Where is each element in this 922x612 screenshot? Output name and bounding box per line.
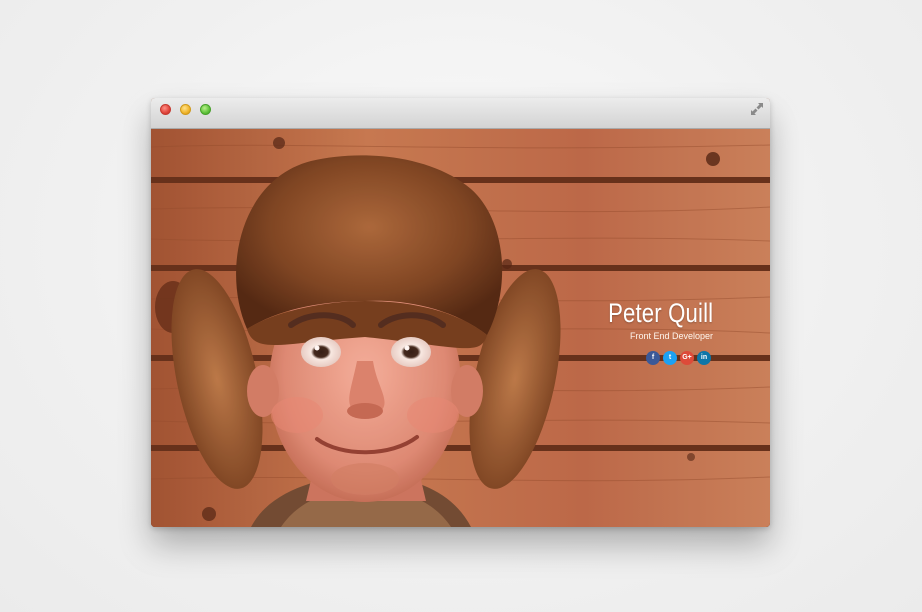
page-backdrop: Peter Quill Front End Developer f t G+ i… — [0, 0, 922, 612]
profile-header: Peter Quill Front End Developer — [585, 297, 713, 342]
window-minimize-button[interactable] — [180, 104, 191, 115]
browser-window: Peter Quill Front End Developer f t G+ i… — [151, 98, 770, 527]
facebook-icon[interactable]: f — [646, 351, 660, 365]
profile-name: Peter Quill — [607, 298, 713, 328]
google-plus-icon[interactable]: G+ — [680, 351, 694, 365]
twitter-icon[interactable]: t — [663, 351, 677, 365]
window-close-button[interactable] — [160, 104, 171, 115]
fullscreen-icon[interactable] — [750, 102, 764, 116]
window-titlebar — [151, 98, 770, 129]
profile-role: Front End Developer — [629, 331, 713, 341]
hero-section: Peter Quill Front End Developer f t G+ i… — [151, 129, 770, 527]
social-links: f t G+ in — [646, 351, 711, 365]
linkedin-icon[interactable]: in — [697, 351, 711, 365]
window-zoom-button[interactable] — [200, 104, 211, 115]
